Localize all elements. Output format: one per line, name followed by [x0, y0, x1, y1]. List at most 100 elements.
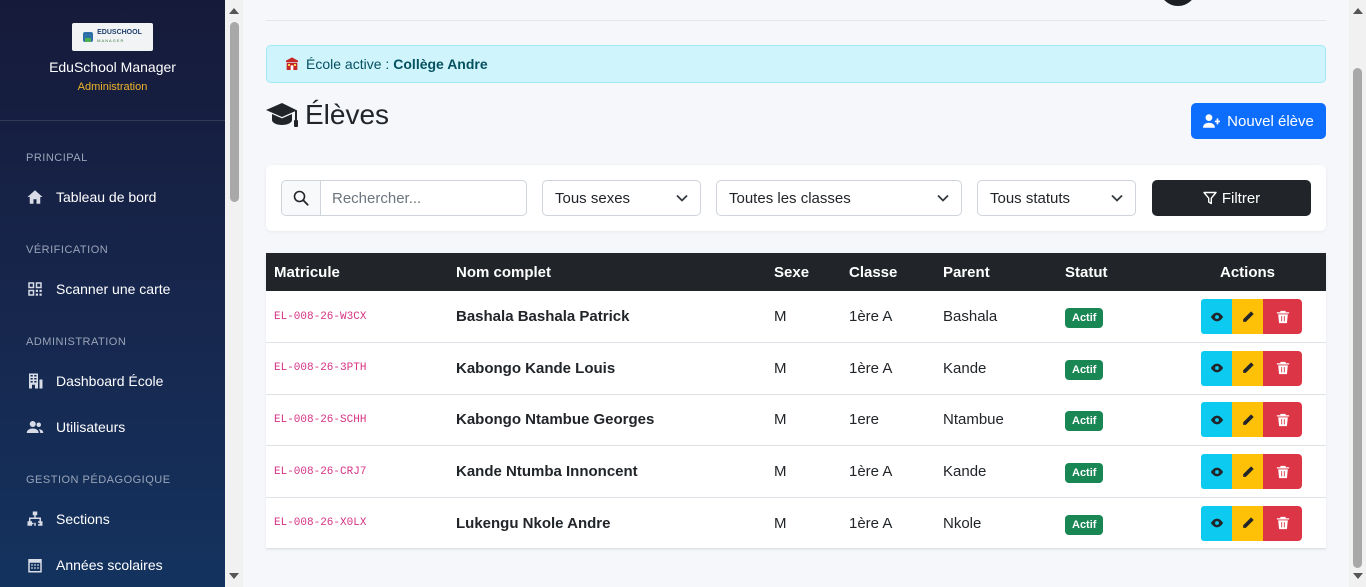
brand-subtitle: Administration	[77, 81, 148, 93]
header-sex[interactable]: Sexe	[766, 253, 841, 291]
filter-button[interactable]: Filtrer	[1152, 180, 1311, 216]
building-icon	[29, 373, 43, 389]
eye-icon	[1210, 415, 1223, 425]
logo-text: EDUSCHOOL MANAGER	[97, 29, 142, 43]
search-icon-box	[282, 181, 321, 215]
delete-button[interactable]	[1263, 454, 1302, 490]
cell-matricule: EL-008-26-3PTH	[274, 362, 367, 375]
search-input[interactable]	[321, 181, 521, 215]
status-badge: Actif	[1065, 359, 1104, 380]
sidebar-item-scanner[interactable]: Scanner une carte	[26, 280, 170, 298]
trash-icon	[1276, 362, 1289, 375]
cell-matricule: EL-008-26-X0LX	[274, 517, 367, 530]
alert-prefix: École active :	[306, 56, 390, 72]
view-button[interactable]	[1201, 505, 1232, 541]
trash-icon	[1276, 517, 1289, 530]
nav-section-verification: VÉRIFICATION	[26, 244, 109, 256]
sidebar-item-annees[interactable]: Années scolaires	[26, 556, 163, 574]
pencil-icon	[1242, 414, 1254, 425]
delete-button[interactable]	[1263, 350, 1302, 386]
view-button[interactable]	[1201, 299, 1232, 335]
cell-class: 1ère A	[849, 308, 893, 326]
edit-button[interactable]	[1232, 350, 1263, 386]
edit-button[interactable]	[1232, 505, 1263, 541]
scroll-up-arrow-icon[interactable]	[229, 8, 239, 14]
home-icon	[27, 190, 43, 204]
trash-icon	[1276, 465, 1289, 478]
cell-actions	[1169, 343, 1326, 395]
filter-card: Tous sexes Toutes les classes Tous statu…	[266, 165, 1326, 231]
view-button[interactable]	[1201, 350, 1232, 386]
scroll-down-arrow-icon[interactable]	[229, 573, 239, 579]
edit-button[interactable]	[1232, 299, 1263, 335]
filter-icon	[1203, 191, 1217, 205]
delete-button[interactable]	[1263, 402, 1302, 438]
chevron-down-icon	[1111, 194, 1123, 202]
scroll-down-arrow-icon[interactable]	[1353, 573, 1363, 579]
cell-parent: Kande	[943, 359, 987, 377]
table-header-row: Matricule Nom complet Sexe Classe Parent…	[266, 253, 1326, 291]
students-table: Matricule Nom complet Sexe Classe Parent…	[266, 253, 1326, 549]
status-select[interactable]: Tous statuts	[977, 180, 1136, 216]
header-divider	[266, 20, 1326, 21]
chevron-down-icon	[676, 194, 688, 202]
cell-matricule: EL-008-26-W3CX	[274, 310, 367, 323]
sidebar-scrollbar[interactable]	[225, 0, 243, 587]
alert-school-name: Collège Andre	[393, 56, 488, 72]
cell-class: 1ère A	[849, 463, 893, 481]
sidebar-item-sections[interactable]: Sections	[26, 510, 110, 528]
table-row: EL-008-26-CRJ7 Kande Ntumba Innoncent M 1èr…	[266, 446, 1326, 498]
cell-sex: M	[774, 359, 787, 377]
sidebar-item-dashboard-ecole[interactable]: Dashboard École	[26, 372, 163, 390]
edit-button[interactable]	[1232, 402, 1263, 438]
nav-section-gestion: GESTION PÉDAGOGIQUE	[26, 474, 171, 486]
cell-actions	[1169, 291, 1326, 343]
header-name[interactable]: Nom complet	[448, 253, 766, 291]
eye-icon	[1210, 364, 1223, 373]
chevron-down-icon	[937, 194, 949, 202]
header-class[interactable]: Classe	[841, 253, 935, 291]
logo-mark-icon	[83, 32, 94, 42]
scrollbar-thumb[interactable]	[230, 22, 239, 202]
header-status[interactable]: Statut	[1057, 253, 1169, 291]
school-icon	[286, 57, 298, 70]
cell-name: Kande Ntumba Innoncent	[456, 463, 638, 481]
class-select[interactable]: Toutes les classes	[716, 180, 962, 216]
search-group[interactable]	[281, 180, 527, 216]
nav-section-principal: PRINCIPAL	[26, 152, 88, 164]
header-parent[interactable]: Parent	[935, 253, 1057, 291]
pencil-icon	[1242, 362, 1254, 374]
cell-status: Actif	[1057, 394, 1169, 446]
delete-button[interactable]	[1263, 299, 1302, 335]
delete-button[interactable]	[1263, 505, 1302, 541]
graduation-cap-icon	[266, 103, 298, 127]
cell-matricule: EL-008-26-CRJ7	[274, 465, 367, 478]
sidebar: EDUSCHOOL MANAGER EduSchool Manager Admin…	[0, 0, 225, 587]
view-button[interactable]	[1201, 402, 1232, 438]
header-matricule[interactable]: Matricule	[266, 253, 448, 291]
new-student-button[interactable]: Nouvel élève	[1191, 103, 1326, 139]
students-table-card: Matricule Nom complet Sexe Classe Parent…	[266, 253, 1326, 550]
cell-status: Actif	[1057, 446, 1169, 498]
cell-class: 1ere	[849, 411, 880, 429]
cell-parent: Ntambue	[943, 411, 1004, 429]
table-row: EL-008-26-SCHH Kabongo Ntambue Georges M 1e…	[266, 394, 1326, 446]
cell-class: 1ère A	[849, 359, 893, 377]
cell-parent: Kande	[943, 463, 987, 481]
sex-select[interactable]: Tous sexes	[542, 180, 701, 216]
cell-sex: M	[774, 308, 787, 326]
page-title: Élèves	[266, 99, 389, 131]
eye-icon	[1210, 518, 1223, 528]
scrollbar-thumb[interactable]	[1353, 68, 1362, 568]
user-avatar[interactable]	[1160, 0, 1196, 6]
sidebar-item-users[interactable]: Utilisateurs	[26, 418, 125, 436]
page-scrollbar[interactable]	[1349, 0, 1366, 587]
cell-actions	[1169, 446, 1326, 498]
view-button[interactable]	[1201, 454, 1232, 490]
sidebar-item-dashboard[interactable]: Tableau de bord	[26, 188, 156, 206]
table-row: EL-008-26-3PTH Kabongo Kande Louis M 1ère A…	[266, 343, 1326, 395]
edit-button[interactable]	[1232, 454, 1263, 490]
cell-name: Kabongo Kande Louis	[456, 359, 616, 377]
brand-name: EduSchool Manager	[49, 59, 176, 75]
scroll-up-arrow-icon[interactable]	[1353, 8, 1363, 14]
